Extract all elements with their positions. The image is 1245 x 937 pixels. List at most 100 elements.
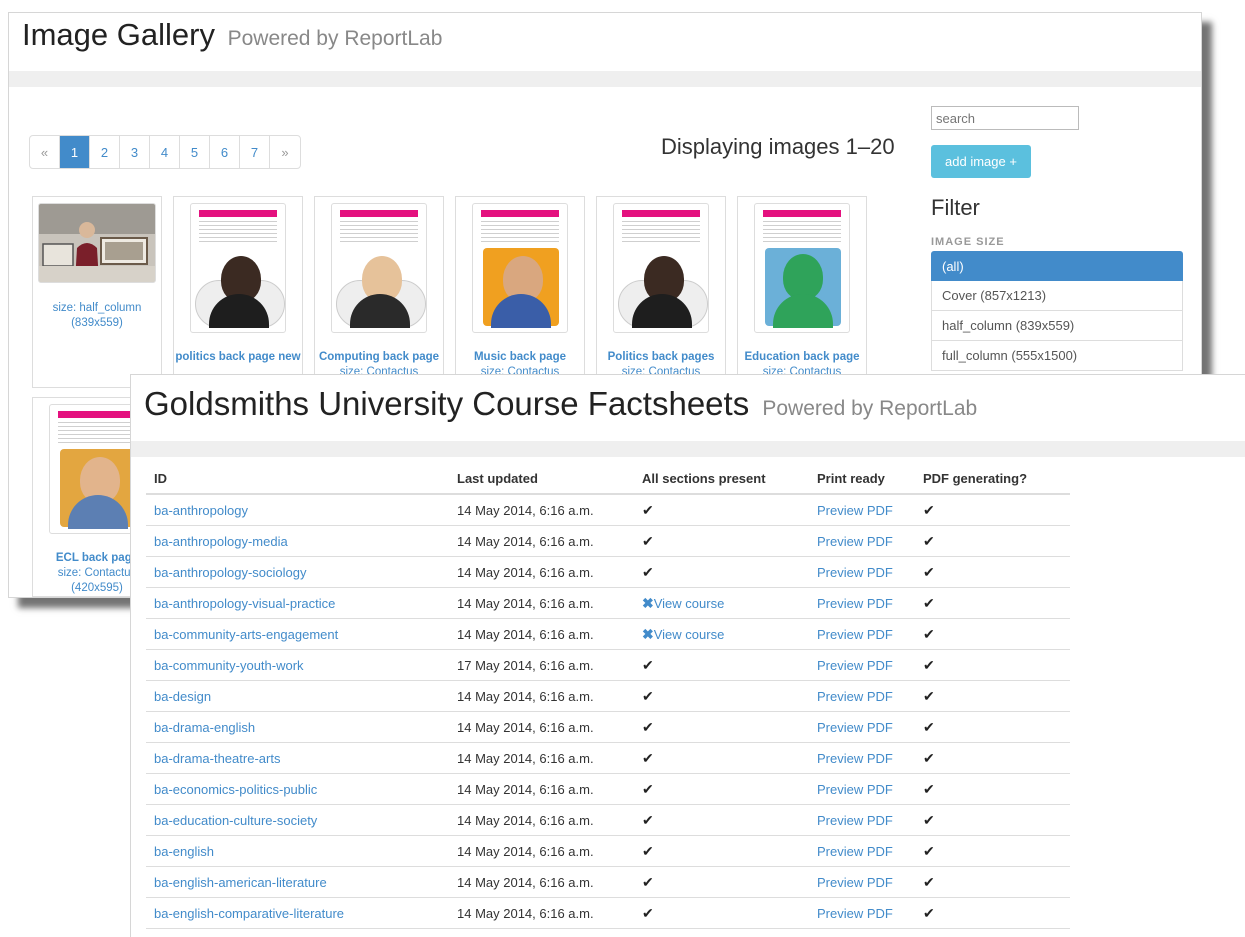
sections-cell: ✔ [634, 650, 809, 681]
sections-cell: ✔ [634, 805, 809, 836]
preview-pdf-link[interactable]: Preview PDF [809, 867, 915, 898]
gallery-card[interactable]: Computing back page size: Contactus [314, 196, 444, 388]
check-icon: ✔ [923, 719, 935, 735]
preview-pdf-link[interactable]: Preview PDF [809, 774, 915, 805]
pagination: «1234567» [29, 135, 301, 169]
preview-pdf-link[interactable]: Preview PDF [809, 557, 915, 588]
course-id-link[interactable]: ba-english [146, 836, 449, 867]
check-icon: ✔ [923, 533, 935, 549]
preview-pdf-link[interactable]: Preview PDF [809, 836, 915, 867]
pdf-generating-cell: ✔ [915, 557, 1070, 588]
pagination-page-2[interactable]: 2 [90, 136, 120, 168]
course-id-link[interactable]: ba-english-american-literature [146, 867, 449, 898]
check-icon: ✔ [642, 781, 654, 797]
add-image-button[interactable]: add image + [931, 145, 1031, 178]
pdf-generating-cell: ✔ [915, 898, 1070, 929]
card-thumbnail[interactable] [190, 203, 286, 333]
course-id-link[interactable]: ba-economics-politics-public [146, 774, 449, 805]
pagination-page-5[interactable]: 5 [180, 136, 210, 168]
filter-heading: Filter [931, 195, 980, 221]
course-id-link[interactable]: ba-anthropology [146, 494, 449, 526]
preview-pdf-link[interactable]: Preview PDF [809, 898, 915, 929]
check-icon: ✔ [642, 750, 654, 766]
gallery-card[interactable]: Music back page size: Contactus [455, 196, 585, 388]
card-thumbnail[interactable] [754, 203, 850, 333]
check-icon: ✔ [642, 812, 654, 828]
card-name[interactable]: Music back page [456, 350, 584, 365]
pagination-page-6[interactable]: 6 [210, 136, 240, 168]
preview-pdf-link[interactable]: Preview PDF [809, 805, 915, 836]
card-name[interactable]: Politics back pages [597, 350, 725, 365]
table-row: ba-drama-english14 May 2014, 6:16 a.m. ✔ P… [146, 712, 1070, 743]
pdf-generating-cell: ✔ [915, 774, 1070, 805]
course-id-link[interactable]: ba-anthropology-sociology [146, 557, 449, 588]
course-id-link[interactable]: ba-design [146, 681, 449, 712]
last-updated: 14 May 2014, 6:16 a.m. [449, 526, 634, 557]
last-updated: 14 May 2014, 6:16 a.m. [449, 898, 634, 929]
course-id-link[interactable]: ba-english-comparative-literature [146, 898, 449, 929]
image-size-filter-list: (all)Cover (857x1213)half_column (839x55… [931, 251, 1183, 371]
factsheets-window: Goldsmiths University Course Factsheets … [130, 374, 1245, 937]
table-row: ba-education-culture-society14 May 2014,… [146, 805, 1070, 836]
filter-item[interactable]: full_column (555x1500) [931, 341, 1183, 371]
gallery-card[interactable]: Politics back pages size: Contactus [596, 196, 726, 388]
preview-pdf-link[interactable]: Preview PDF [809, 743, 915, 774]
check-icon: ✔ [923, 905, 935, 921]
course-id-link[interactable]: ba-education-culture-society [146, 805, 449, 836]
filter-item[interactable]: (all) [931, 251, 1183, 281]
filter-item[interactable]: half_column (839x559) [931, 311, 1183, 341]
card-name[interactable]: Computing back page [315, 350, 443, 365]
pagination-page-4[interactable]: 4 [150, 136, 180, 168]
course-id-link[interactable]: ba-community-arts-engagement [146, 619, 449, 650]
preview-pdf-link[interactable]: Preview PDF [809, 588, 915, 619]
card-thumbnail[interactable] [613, 203, 709, 333]
sections-cell: ✔ [634, 681, 809, 712]
preview-pdf-link[interactable]: Preview PDF [809, 712, 915, 743]
check-icon: ✔ [642, 564, 654, 580]
preview-pdf-link[interactable]: Preview PDF [809, 650, 915, 681]
gallery-card[interactable]: Education back page size: Contactus [737, 196, 867, 388]
factsheets-table: ID Last updated All sections present Pri… [146, 463, 1070, 937]
sections-cell: ✔ [634, 774, 809, 805]
card-name[interactable]: politics back page new [174, 350, 302, 365]
view-course-link[interactable]: ✖View course [642, 596, 724, 611]
search-input[interactable] [931, 106, 1079, 130]
preview-pdf-link[interactable]: Preview PDF [809, 619, 915, 650]
factsheets-table-body: ba-anthropology14 May 2014, 6:16 a.m.✔Pr… [146, 494, 1070, 937]
gallery-card[interactable]: politics back page new [173, 196, 303, 388]
card-name[interactable]: Education back page [738, 350, 866, 365]
cross-icon: ✖ [642, 595, 654, 611]
card-size[interactable]: size: half_column [33, 301, 161, 316]
pagination-page-7[interactable]: 7 [240, 136, 270, 168]
preview-pdf-link[interactable]: Preview PDF [809, 494, 915, 526]
filter-item[interactable]: Cover (857x1213) [931, 281, 1183, 311]
view-course-link[interactable]: ✖View course [642, 627, 724, 642]
pagination-next[interactable]: » [270, 136, 300, 168]
card-thumbnail[interactable] [472, 203, 568, 333]
preview-pdf-link[interactable]: Preview PDF [809, 526, 915, 557]
pdf-generating-cell: ✔ [915, 681, 1070, 712]
course-id-link[interactable]: ba-community-youth-work [146, 650, 449, 681]
gallery-subtitle: Powered by ReportLab [228, 27, 443, 50]
card-thumbnail[interactable] [331, 203, 427, 333]
pdf-generating-cell: ✔ [915, 867, 1070, 898]
pdf-generating-cell: ✔ [915, 712, 1070, 743]
preview-pdf-link[interactable]: Preview PDF [809, 681, 915, 712]
last-updated: 14 May 2014, 6:16 a.m. [449, 712, 634, 743]
card-thumbnail[interactable] [38, 203, 156, 283]
course-id-link[interactable]: ba-anthropology-visual-practice [146, 588, 449, 619]
course-id-link[interactable]: ba-drama-english [146, 712, 449, 743]
factsheets-title: Goldsmiths University Course Factsheets [144, 385, 749, 422]
sections-cell: ✖View course [634, 588, 809, 619]
course-id-link[interactable]: ba-anthropology-media [146, 526, 449, 557]
check-icon: ✔ [923, 657, 935, 673]
pagination-page-1[interactable]: 1 [60, 136, 90, 168]
pagination-page-3[interactable]: 3 [120, 136, 150, 168]
course-id-link[interactable]: ba-drama-theatre-arts [146, 743, 449, 774]
table-row: ba-english14 May 2014, 6:16 a.m.✔Preview… [146, 836, 1070, 867]
cross-icon: ✖ [642, 626, 654, 642]
gallery-card[interactable]: size: half_column (839x559) [32, 196, 162, 388]
check-icon: ✔ [642, 719, 654, 735]
pagination-prev[interactable]: « [30, 136, 60, 168]
check-icon: ✔ [923, 843, 935, 859]
